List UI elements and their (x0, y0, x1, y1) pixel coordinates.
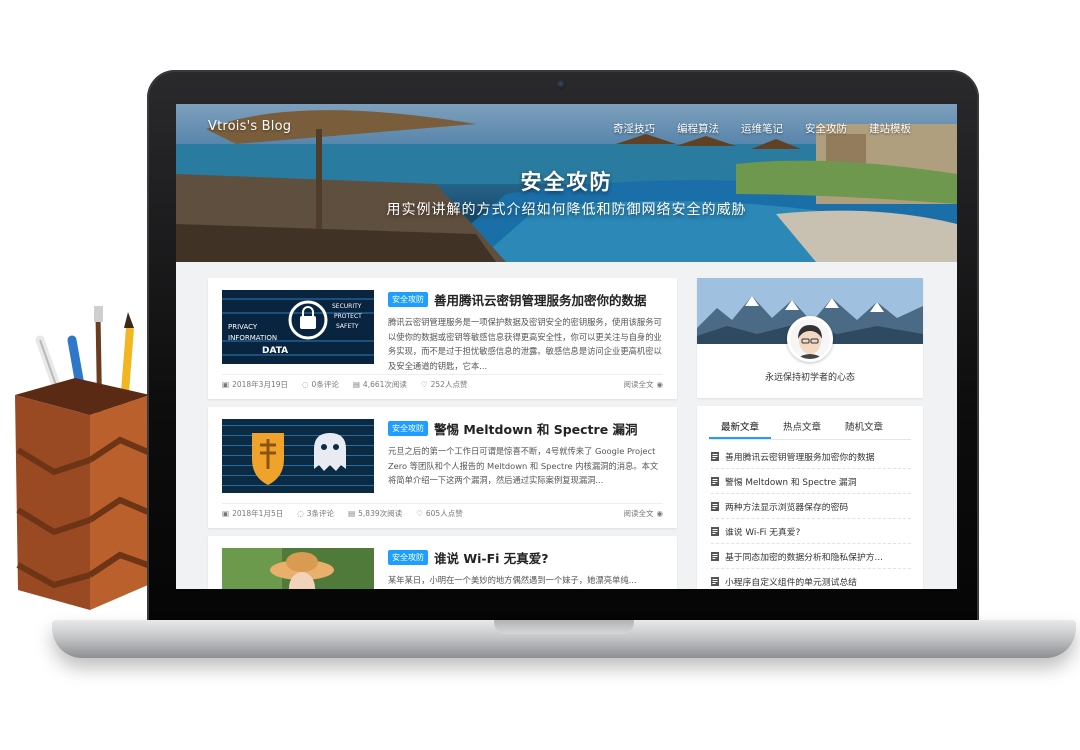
post-likes[interactable]: 252人点赞 (431, 379, 468, 390)
article-tabs-card: 最新文章 热点文章 随机文章 善用腾讯云密钥管理服务加密你的数据 警惕 Melt… (697, 406, 923, 589)
calendar-icon: ▣ (222, 380, 230, 389)
svg-text:SECURITY: SECURITY (332, 303, 362, 310)
document-icon (711, 476, 719, 486)
article-tabs: 最新文章 热点文章 随机文章 (709, 418, 911, 440)
post-thumbnail[interactable] (222, 419, 374, 493)
nav-item-templates[interactable]: 建站模板 (869, 121, 911, 136)
post-thumbnail[interactable]: PRIVACY INFORMATION DATA SECURITY PROTEC… (222, 290, 374, 364)
pencil-holder-image (15, 306, 150, 610)
laptop-base (52, 620, 1076, 658)
post-card[interactable]: PRIVACY INFORMATION DATA SECURITY PROTEC… (208, 278, 677, 399)
document-icon (711, 576, 719, 586)
post-card[interactable]: 安全攻防 谁说 Wi-Fi 无真爱? 某年某日，小明在一个美妙的地方偶然遇到一个… (208, 536, 677, 589)
list-item-label: 善用腾讯云密钥管理服务加密你的数据 (725, 452, 875, 463)
meltdown-spectre-image (222, 419, 374, 493)
profile-card: 永远保持初学者的心态 (697, 278, 923, 398)
post-excerpt: 某年某日，小明在一个美妙的地方偶然遇到一个妹子，她漂亮单纯... (388, 575, 637, 585)
divider (222, 503, 663, 504)
svg-text:INFORMATION: INFORMATION (228, 334, 277, 342)
avatar[interactable] (787, 316, 833, 362)
profile-motto: 永远保持初学者的心态 (764, 373, 855, 383)
post-thumbnail[interactable] (222, 548, 374, 589)
post-date: 2018年1月5日 (232, 509, 284, 518)
read-more-link[interactable]: 阅读全文 (623, 508, 653, 519)
post-excerpt: 元旦之后的第一个工作日可谓是惊喜不断，4号就传来了 Google Project… (388, 446, 659, 485)
article-list: 善用腾讯云密钥管理服务加密你的数据 警惕 Meltdown 和 Spectre … (711, 444, 911, 589)
post-date: 2018年3月19日 (232, 380, 288, 389)
reads-icon: ▤ (348, 509, 356, 518)
hero-banner: Vtrois's Blog 奇淫技巧 编程算法 运维笔记 安全攻防 建站模板 安… (176, 104, 957, 262)
post-meta: ▣ 2018年3月19日 ◌ 0条评论 ▤ 4,661次阅读 ♡ 252人点赞 阅读全文… (222, 379, 663, 390)
tab-hot[interactable]: 热点文章 (771, 418, 833, 439)
divider (222, 374, 663, 375)
document-icon (711, 526, 719, 536)
eye-icon: ◉ (656, 509, 663, 518)
like-icon: ♡ (416, 509, 423, 518)
list-item[interactable]: 警惕 Meltdown 和 Spectre 漏洞 (711, 469, 911, 494)
svg-text:SAFETY: SAFETY (336, 323, 359, 330)
comment-icon: ◌ (297, 509, 304, 518)
girl-with-hat-image (222, 548, 374, 589)
document-icon (711, 551, 719, 561)
browser-screen: Vtrois's Blog 奇淫技巧 编程算法 运维笔记 安全攻防 建站模板 安… (176, 104, 957, 589)
hero-subtitle: 用实例讲解的方式介绍如何降低和防御网络安全的威胁 (386, 202, 747, 218)
reads-icon: ▤ (352, 380, 360, 389)
post-title[interactable]: 谁说 Wi-Fi 无真爱? (434, 548, 549, 567)
post-reads: 4,661次阅读 (362, 380, 407, 389)
camera-icon (557, 80, 566, 89)
post-card[interactable]: 安全攻防 警惕 Meltdown 和 Spectre 漏洞 元旦之后的第一个工作… (208, 407, 677, 528)
list-item[interactable]: 小程序自定义组件的单元测试总结 (711, 569, 911, 589)
post-reads: 5,839次阅读 (358, 509, 403, 518)
calendar-icon: ▣ (222, 509, 230, 518)
nav-item-tricks[interactable]: 奇淫技巧 (613, 121, 655, 136)
svg-text:DATA: DATA (262, 346, 288, 356)
hero-title: 安全攻防 (520, 170, 613, 194)
list-item-label: 两种方法显示浏览器保存的密码 (725, 502, 849, 513)
post-meta: ▣ 2018年1月5日 ◌ 3条评论 ▤ 5,839次阅读 ♡ 605人点赞 阅读全文 ◉ (222, 508, 663, 519)
document-icon (711, 501, 719, 511)
site-brand[interactable]: Vtrois's Blog (208, 119, 291, 134)
list-item[interactable]: 两种方法显示浏览器保存的密码 (711, 494, 911, 519)
tab-latest[interactable]: 最新文章 (709, 418, 772, 439)
post-title[interactable]: 警惕 Meltdown 和 Spectre 漏洞 (434, 419, 638, 438)
main-nav: 奇淫技巧 编程算法 运维笔记 安全攻防 建站模板 (613, 121, 911, 136)
post-comments[interactable]: 3条评论 (307, 508, 334, 519)
category-badge[interactable]: 安全攻防 (388, 292, 428, 307)
tab-random[interactable]: 随机文章 (833, 418, 895, 439)
like-icon: ♡ (420, 380, 428, 389)
document-icon (711, 451, 719, 461)
laptop-notch (494, 620, 634, 634)
list-item[interactable]: 基于同态加密的数据分析和隐私保护方... (711, 544, 911, 569)
eye-icon: ◉ (656, 380, 663, 389)
list-item[interactable]: 善用腾讯云密钥管理服务加密你的数据 (711, 444, 911, 469)
category-badge[interactable]: 安全攻防 (388, 421, 428, 436)
list-item-label: 小程序自定义组件的单元测试总结 (725, 577, 857, 588)
read-more-link[interactable]: 阅读全文 (623, 379, 653, 390)
privacy-lock-image: PRIVACY INFORMATION DATA SECURITY PROTEC… (222, 290, 374, 364)
list-item-label: 警惕 Meltdown 和 Spectre 漏洞 (725, 477, 857, 488)
svg-text:PRIVACY: PRIVACY (228, 323, 258, 331)
nav-item-algorithms[interactable]: 编程算法 (677, 121, 719, 136)
category-badge[interactable]: 安全攻防 (388, 550, 428, 565)
nav-item-security[interactable]: 安全攻防 (805, 121, 847, 136)
list-item[interactable]: 谁说 Wi-Fi 无真爱? (711, 519, 911, 544)
post-comments[interactable]: 0条评论 (312, 379, 339, 390)
list-item-label: 谁说 Wi-Fi 无真爱? (725, 527, 801, 538)
list-item-label: 基于同态加密的数据分析和隐私保护方... (725, 552, 883, 563)
post-likes[interactable]: 605人点赞 (426, 508, 463, 519)
avatar-image (790, 319, 830, 359)
post-excerpt: 腾讯云密钥管理服务是一项保护数据及密钥安全的密钥服务，使用该服务可以使你的数据或… (388, 317, 662, 371)
comment-icon: ◌ (302, 380, 309, 389)
nav-item-ops[interactable]: 运维笔记 (741, 121, 783, 136)
post-title[interactable]: 善用腾讯云密钥管理服务加密你的数据 (434, 290, 647, 309)
svg-text:PROTECT: PROTECT (334, 313, 362, 320)
